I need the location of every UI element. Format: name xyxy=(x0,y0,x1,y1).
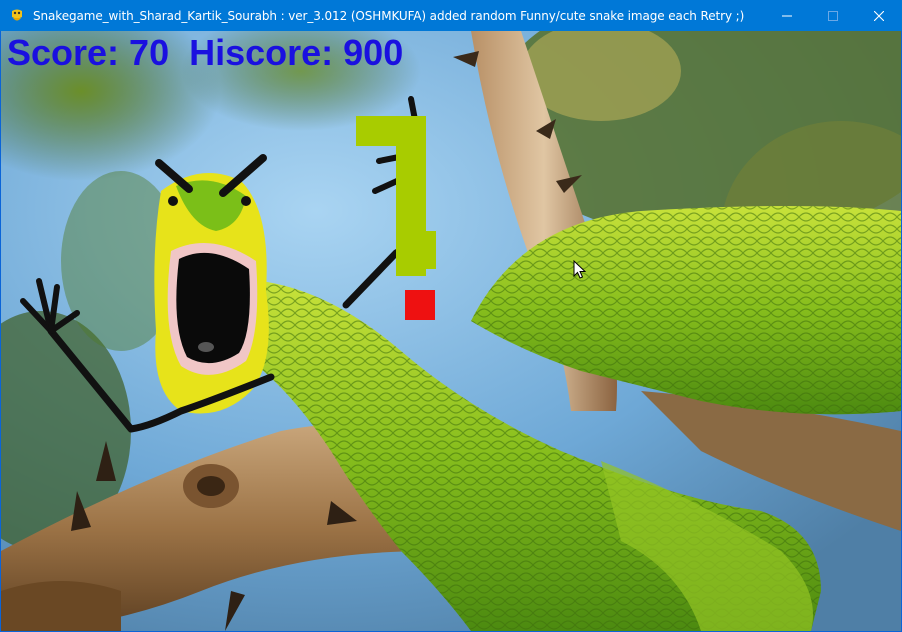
score-hiscore-text: Score: 70 Hiscore: 900 xyxy=(7,32,404,73)
close-icon xyxy=(874,10,884,21)
game-canvas[interactable]: Score: 70 Hiscore: 900 xyxy=(1,31,901,631)
python-pygame-icon xyxy=(9,8,25,24)
window-titlebar[interactable]: Snakegame_with_Sharad_Kartik_Sourabh : v… xyxy=(0,0,902,31)
food-apple xyxy=(405,290,435,320)
snake-head xyxy=(406,231,436,269)
window-title: Snakegame_with_Sharad_Kartik_Sourabh : v… xyxy=(33,8,745,23)
minimize-button[interactable] xyxy=(764,0,810,31)
maximize-icon xyxy=(828,10,838,21)
background-snake-image xyxy=(1,31,901,631)
mouse-cursor-icon xyxy=(573,260,587,279)
minimize-icon xyxy=(782,15,792,16)
close-button[interactable] xyxy=(856,0,902,31)
maximize-button[interactable] xyxy=(810,0,856,31)
